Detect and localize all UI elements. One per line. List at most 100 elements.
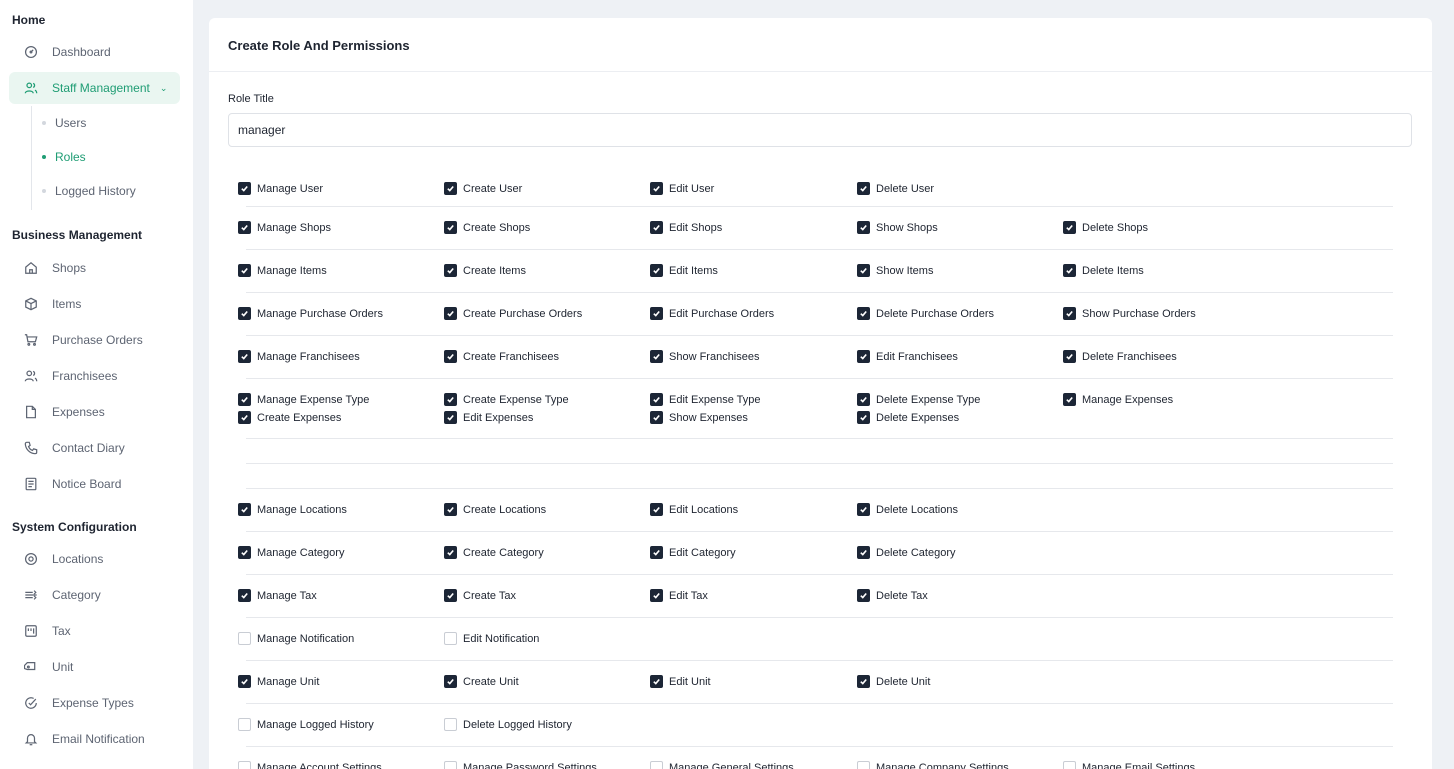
checkbox-checked-icon[interactable]: [857, 182, 870, 195]
perm-manage-unit[interactable]: Manage Unit: [238, 675, 319, 688]
perm-delete-unit[interactable]: Delete Unit: [857, 675, 930, 688]
perm-edit-notification[interactable]: Edit Notification: [444, 632, 539, 645]
perm-edit-user[interactable]: Edit User: [650, 182, 714, 195]
perm-delete-user[interactable]: Delete User: [857, 182, 934, 195]
checkbox-unchecked-icon[interactable]: [444, 632, 457, 645]
perm-edit-expense-type[interactable]: Edit Expense Type: [650, 393, 761, 406]
perm-delete-purchase-orders[interactable]: Delete Purchase Orders: [857, 307, 994, 320]
perm-create-locations[interactable]: Create Locations: [444, 503, 546, 516]
sidebar-item-notice-board[interactable]: Notice Board: [9, 468, 180, 500]
checkbox-checked-icon[interactable]: [650, 307, 663, 320]
perm-edit-expenses[interactable]: Edit Expenses: [444, 411, 533, 424]
checkbox-checked-icon[interactable]: [444, 182, 457, 195]
perm-manage-expenses[interactable]: Manage Expenses: [1063, 393, 1173, 406]
perm-show-items[interactable]: Show Items: [857, 264, 933, 277]
perm-edit-purchase-orders[interactable]: Edit Purchase Orders: [650, 307, 774, 320]
checkbox-checked-icon[interactable]: [650, 182, 663, 195]
sidebar-item-dashboard[interactable]: Dashboard: [9, 36, 180, 68]
checkbox-checked-icon[interactable]: [238, 307, 251, 320]
perm-delete-expense-type[interactable]: Delete Expense Type: [857, 393, 980, 406]
perm-edit-tax[interactable]: Edit Tax: [650, 589, 708, 602]
checkbox-checked-icon[interactable]: [857, 503, 870, 516]
sidebar-item-purchase-orders[interactable]: Purchase Orders: [9, 324, 180, 356]
perm-create-expenses[interactable]: Create Expenses: [238, 411, 341, 424]
perm-manage-locations[interactable]: Manage Locations: [238, 503, 347, 516]
checkbox-checked-icon[interactable]: [857, 411, 870, 424]
perm-manage-franchisees[interactable]: Manage Franchisees: [238, 350, 360, 363]
checkbox-checked-icon[interactable]: [650, 221, 663, 234]
checkbox-checked-icon[interactable]: [650, 393, 663, 406]
sidebar-item-email-notification[interactable]: Email Notification: [9, 723, 180, 755]
perm-manage-category[interactable]: Manage Category: [238, 546, 344, 559]
perm-delete-expenses[interactable]: Delete Expenses: [857, 411, 959, 424]
checkbox-checked-icon[interactable]: [650, 411, 663, 424]
role-title-input[interactable]: [228, 113, 1412, 147]
checkbox-unchecked-icon[interactable]: [444, 718, 457, 731]
perm-manage-email-settings[interactable]: Manage Email Settings: [1063, 761, 1195, 769]
checkbox-checked-icon[interactable]: [238, 393, 251, 406]
checkbox-checked-icon[interactable]: [238, 264, 251, 277]
checkbox-checked-icon[interactable]: [238, 182, 251, 195]
checkbox-checked-icon[interactable]: [857, 393, 870, 406]
checkbox-unchecked-icon[interactable]: [1063, 761, 1076, 769]
perm-create-items[interactable]: Create Items: [444, 264, 526, 277]
checkbox-checked-icon[interactable]: [238, 503, 251, 516]
perm-show-purchase-orders[interactable]: Show Purchase Orders: [1063, 307, 1196, 320]
perm-manage-password-settings[interactable]: Manage Password Settings: [444, 761, 597, 769]
sidebar-item-expense-types[interactable]: Expense Types: [9, 687, 180, 719]
checkbox-checked-icon[interactable]: [444, 675, 457, 688]
checkbox-checked-icon[interactable]: [1063, 393, 1076, 406]
checkbox-checked-icon[interactable]: [857, 675, 870, 688]
perm-delete-items[interactable]: Delete Items: [1063, 264, 1144, 277]
checkbox-unchecked-icon[interactable]: [238, 718, 251, 731]
perm-delete-locations[interactable]: Delete Locations: [857, 503, 958, 516]
checkbox-checked-icon[interactable]: [444, 411, 457, 424]
checkbox-checked-icon[interactable]: [650, 264, 663, 277]
checkbox-checked-icon[interactable]: [857, 546, 870, 559]
checkbox-checked-icon[interactable]: [444, 589, 457, 602]
perm-create-user[interactable]: Create User: [444, 182, 522, 195]
checkbox-checked-icon[interactable]: [650, 503, 663, 516]
perm-create-category[interactable]: Create Category: [444, 546, 544, 559]
checkbox-checked-icon[interactable]: [857, 221, 870, 234]
checkbox-checked-icon[interactable]: [857, 307, 870, 320]
checkbox-checked-icon[interactable]: [444, 307, 457, 320]
perm-manage-company-settings[interactable]: Manage Company Settings: [857, 761, 1009, 769]
perm-manage-account-settings[interactable]: Manage Account Settings: [238, 761, 382, 769]
checkbox-checked-icon[interactable]: [1063, 264, 1076, 277]
sidebar-item-category[interactable]: Category: [9, 579, 180, 611]
sidebar-item-items[interactable]: Items: [9, 288, 180, 320]
sidebar-item-locations[interactable]: Locations: [9, 543, 180, 575]
perm-edit-items[interactable]: Edit Items: [650, 264, 718, 277]
perm-manage-tax[interactable]: Manage Tax: [238, 589, 317, 602]
perm-edit-category[interactable]: Edit Category: [650, 546, 736, 559]
checkbox-checked-icon[interactable]: [650, 546, 663, 559]
perm-show-franchisees[interactable]: Show Franchisees: [650, 350, 760, 363]
perm-manage-expense-type[interactable]: Manage Expense Type: [238, 393, 369, 406]
checkbox-checked-icon[interactable]: [444, 221, 457, 234]
checkbox-checked-icon[interactable]: [444, 393, 457, 406]
perm-delete-shops[interactable]: Delete Shops: [1063, 221, 1148, 234]
checkbox-checked-icon[interactable]: [857, 264, 870, 277]
checkbox-checked-icon[interactable]: [650, 589, 663, 602]
perm-create-shops[interactable]: Create Shops: [444, 221, 530, 234]
perm-manage-logged-history[interactable]: Manage Logged History: [238, 718, 374, 731]
checkbox-unchecked-icon[interactable]: [238, 761, 251, 769]
perm-manage-user[interactable]: Manage User: [238, 182, 323, 195]
sidebar-item-contact-diary[interactable]: Contact Diary: [9, 432, 180, 464]
perm-show-expenses[interactable]: Show Expenses: [650, 411, 748, 424]
perm-create-expense-type[interactable]: Create Expense Type: [444, 393, 569, 406]
checkbox-checked-icon[interactable]: [444, 503, 457, 516]
sidebar-subitem-users[interactable]: Users: [42, 116, 86, 130]
sidebar-item-shops[interactable]: Shops: [9, 252, 180, 284]
perm-delete-franchisees[interactable]: Delete Franchisees: [1063, 350, 1177, 363]
perm-manage-purchase-orders[interactable]: Manage Purchase Orders: [238, 307, 383, 320]
checkbox-checked-icon[interactable]: [650, 675, 663, 688]
perm-delete-category[interactable]: Delete Category: [857, 546, 956, 559]
perm-delete-logged-history[interactable]: Delete Logged History: [444, 718, 572, 731]
perm-edit-locations[interactable]: Edit Locations: [650, 503, 738, 516]
checkbox-checked-icon[interactable]: [444, 546, 457, 559]
checkbox-checked-icon[interactable]: [238, 675, 251, 688]
checkbox-checked-icon[interactable]: [444, 264, 457, 277]
perm-edit-franchisees[interactable]: Edit Franchisees: [857, 350, 958, 363]
